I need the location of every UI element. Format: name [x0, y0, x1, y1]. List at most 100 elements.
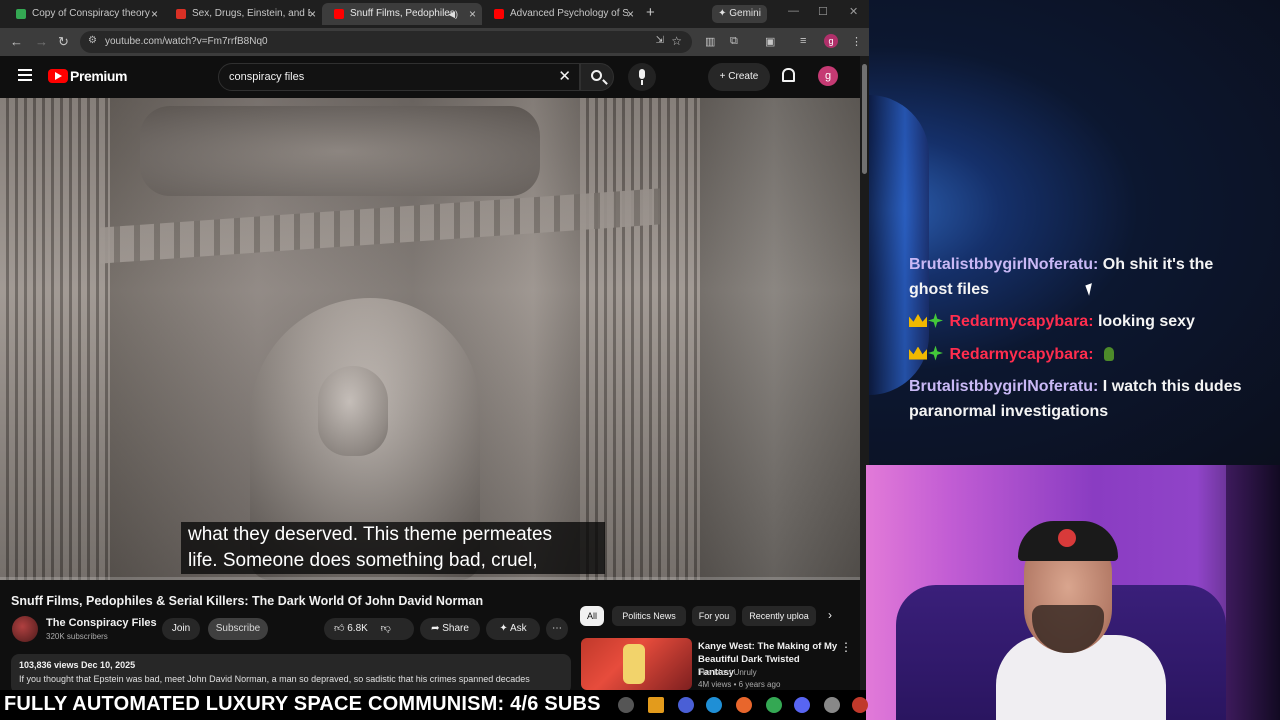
screenshot-icon[interactable]: ▣	[765, 35, 775, 48]
puzzle-extensions-icon[interactable]: ⧉	[730, 35, 738, 48]
create-label: Create	[728, 71, 759, 82]
speaker-icon[interactable]: ◀)	[448, 3, 458, 25]
record-icon[interactable]	[852, 697, 868, 713]
chevron-right-icon[interactable]: ›	[828, 608, 832, 622]
extension-icon[interactable]: ▥	[705, 35, 715, 48]
scrollbar-thumb[interactable]	[862, 64, 867, 174]
notifications-bell-icon[interactable]	[782, 68, 795, 82]
menu-kebab-icon[interactable]: ⋮	[851, 35, 862, 48]
share-button[interactable]: ➦ Share	[420, 618, 480, 640]
forward-icon[interactable]: →	[35, 34, 48, 49]
sparkle-icon: ✦	[499, 623, 510, 634]
video-player[interactable]: what they deserved. This theme permeates…	[0, 98, 860, 580]
close-tab-icon[interactable]: ×	[151, 3, 158, 25]
chip-recently-uploaded[interactable]: Recently uploa	[742, 606, 816, 626]
youtube-favicon-icon	[494, 9, 504, 19]
chip-politics-news[interactable]: Politics News	[612, 606, 686, 626]
chrome-icon[interactable]	[766, 697, 782, 713]
reading-list-icon[interactable]: ≡	[800, 35, 806, 47]
recommendation-chips: All Politics News For you Recently uploa	[580, 606, 850, 628]
close-tab-icon[interactable]: ×	[469, 3, 476, 25]
tab-sex-drugs-einstein[interactable]: Sex, Drugs, Einstein, and Elves ×	[164, 3, 322, 25]
recommended-channel[interactable]: The Most Unruly	[698, 668, 757, 677]
tab-conspiracy-theory-sheet[interactable]: Copy of Conspiracy theory / tr ×	[4, 3, 164, 25]
chat-text: looking sexy	[1097, 313, 1195, 330]
bookmark-star-icon[interactable]: ☆	[671, 34, 682, 48]
subscribe-button[interactable]: Subscribe	[208, 618, 268, 640]
ask-button[interactable]: ✦ Ask	[486, 618, 540, 640]
install-app-icon[interactable]: ⇲	[656, 35, 664, 46]
chat-message: Redarmycapybara: looking sexy	[909, 310, 1249, 335]
search-input[interactable]: conspiracy files	[229, 64, 304, 90]
tab-snuff-films-active[interactable]: Snuff Films, Pedophiles & S ◀) ×	[322, 3, 482, 25]
recommended-meta: 4M views • 6 years ago	[698, 680, 781, 689]
gemini-button[interactable]: ✦ Gemini	[712, 5, 767, 23]
clear-search-icon[interactable]: ✕	[558, 67, 571, 85]
screen: Copy of Conspiracy theory / tr × Sex, Dr…	[0, 0, 1280, 720]
hamburger-menu-icon[interactable]	[18, 69, 32, 81]
webcam-shadow	[1226, 465, 1280, 720]
new-tab-button[interactable]: +	[646, 4, 655, 21]
voice-search-icon[interactable]	[628, 63, 656, 91]
address-bar[interactable]: ⚙ youtube.com/watch?v=Fm7rrfB8Nq0 ⇲ ☆	[80, 31, 692, 53]
recommended-thumbnail[interactable]	[581, 638, 692, 690]
share-label: Share	[442, 623, 469, 634]
youtube-premium-logo[interactable]: Premium	[70, 68, 128, 84]
tab-advanced-psychology[interactable]: Advanced Psychology of Serial ×	[482, 3, 640, 25]
edge-icon[interactable]	[706, 697, 722, 713]
join-button[interactable]: Join	[162, 618, 200, 640]
profile-avatar[interactable]: g	[824, 34, 838, 48]
create-button[interactable]: + Create	[708, 63, 770, 91]
thumbs-down-icon[interactable]: 👎︎	[381, 623, 391, 634]
close-tab-icon[interactable]: ×	[627, 3, 634, 25]
firefox-icon[interactable]	[736, 697, 752, 713]
channel-subscribers: 320K subscribers	[46, 632, 108, 641]
youtube-favicon-icon	[334, 9, 344, 19]
site-info-icon[interactable]: ⚙	[88, 35, 97, 46]
recommended-more-icon[interactable]: ⋮	[840, 640, 852, 654]
emote-icon	[1103, 346, 1114, 361]
chat-message: BrutalistbbygirlNoferatu: Oh shit it's t…	[909, 253, 1249, 302]
video-captions: what they deserved. This theme permeates…	[181, 522, 605, 574]
proton-vpn-icon[interactable]	[678, 697, 694, 713]
like-count[interactable]: 6.8K	[347, 623, 368, 634]
ticker-text: FULLY AUTOMATED LUXURY SPACE COMMUNISM: …	[4, 693, 601, 715]
close-window-icon[interactable]: ✕	[849, 5, 858, 18]
thumbs-up-icon[interactable]: 👍︎	[334, 623, 344, 634]
ask-label: Ask	[509, 623, 527, 634]
youtube-logo-icon[interactable]	[48, 69, 68, 83]
chat-username: BrutalistbbygirlNoferatu:	[909, 378, 1099, 395]
chat-username: BrutalistbbygirlNoferatu:	[909, 256, 1099, 273]
channel-avatar[interactable]	[12, 616, 38, 642]
browser-window: Copy of Conspiracy theory / tr × Sex, Dr…	[0, 0, 869, 690]
account-avatar[interactable]: g	[818, 66, 838, 86]
close-tab-icon[interactable]: ×	[309, 3, 316, 25]
obs-icon[interactable]	[824, 697, 840, 713]
reload-icon[interactable]: ↻	[58, 34, 69, 50]
sparkle-badge-icon	[928, 345, 943, 361]
chip-all[interactable]: All	[580, 606, 604, 626]
4k-app-icon[interactable]	[618, 697, 634, 713]
chat-username: Redarmycapybara:	[949, 313, 1094, 330]
maximize-icon[interactable]: ☐	[818, 5, 828, 18]
vlc-icon[interactable]	[648, 697, 664, 713]
video-info: Snuff Films, Pedophiles & Serial Killers…	[0, 580, 860, 690]
sheets-favicon-icon	[16, 9, 26, 19]
more-actions-icon[interactable]: ⋯	[546, 618, 568, 640]
chat-username: Redarmycapybara:	[949, 345, 1094, 363]
search-button[interactable]	[580, 63, 614, 91]
back-icon[interactable]: ←	[10, 34, 23, 49]
minimize-icon[interactable]: —	[788, 5, 799, 17]
crown-badge-icon	[909, 346, 927, 360]
views-and-date: 103,836 views Dec 10, 2025	[19, 660, 136, 670]
chat-message: BrutalistbbygirlNoferatu: I watch this d…	[909, 375, 1249, 424]
share-icon: ➦	[431, 623, 443, 634]
search-icon	[591, 70, 602, 81]
channel-name[interactable]: The Conspiracy Files	[46, 617, 157, 629]
chip-for-you[interactable]: For you	[692, 606, 736, 626]
search-box[interactable]: conspiracy files ✕	[218, 63, 580, 91]
description-box[interactable]: 103,836 views Dec 10, 2025 If you though…	[11, 654, 571, 690]
streamer-cap	[1018, 521, 1118, 561]
discord-icon[interactable]	[794, 697, 810, 713]
chat-message: Redarmycapybara:	[909, 343, 1249, 368]
